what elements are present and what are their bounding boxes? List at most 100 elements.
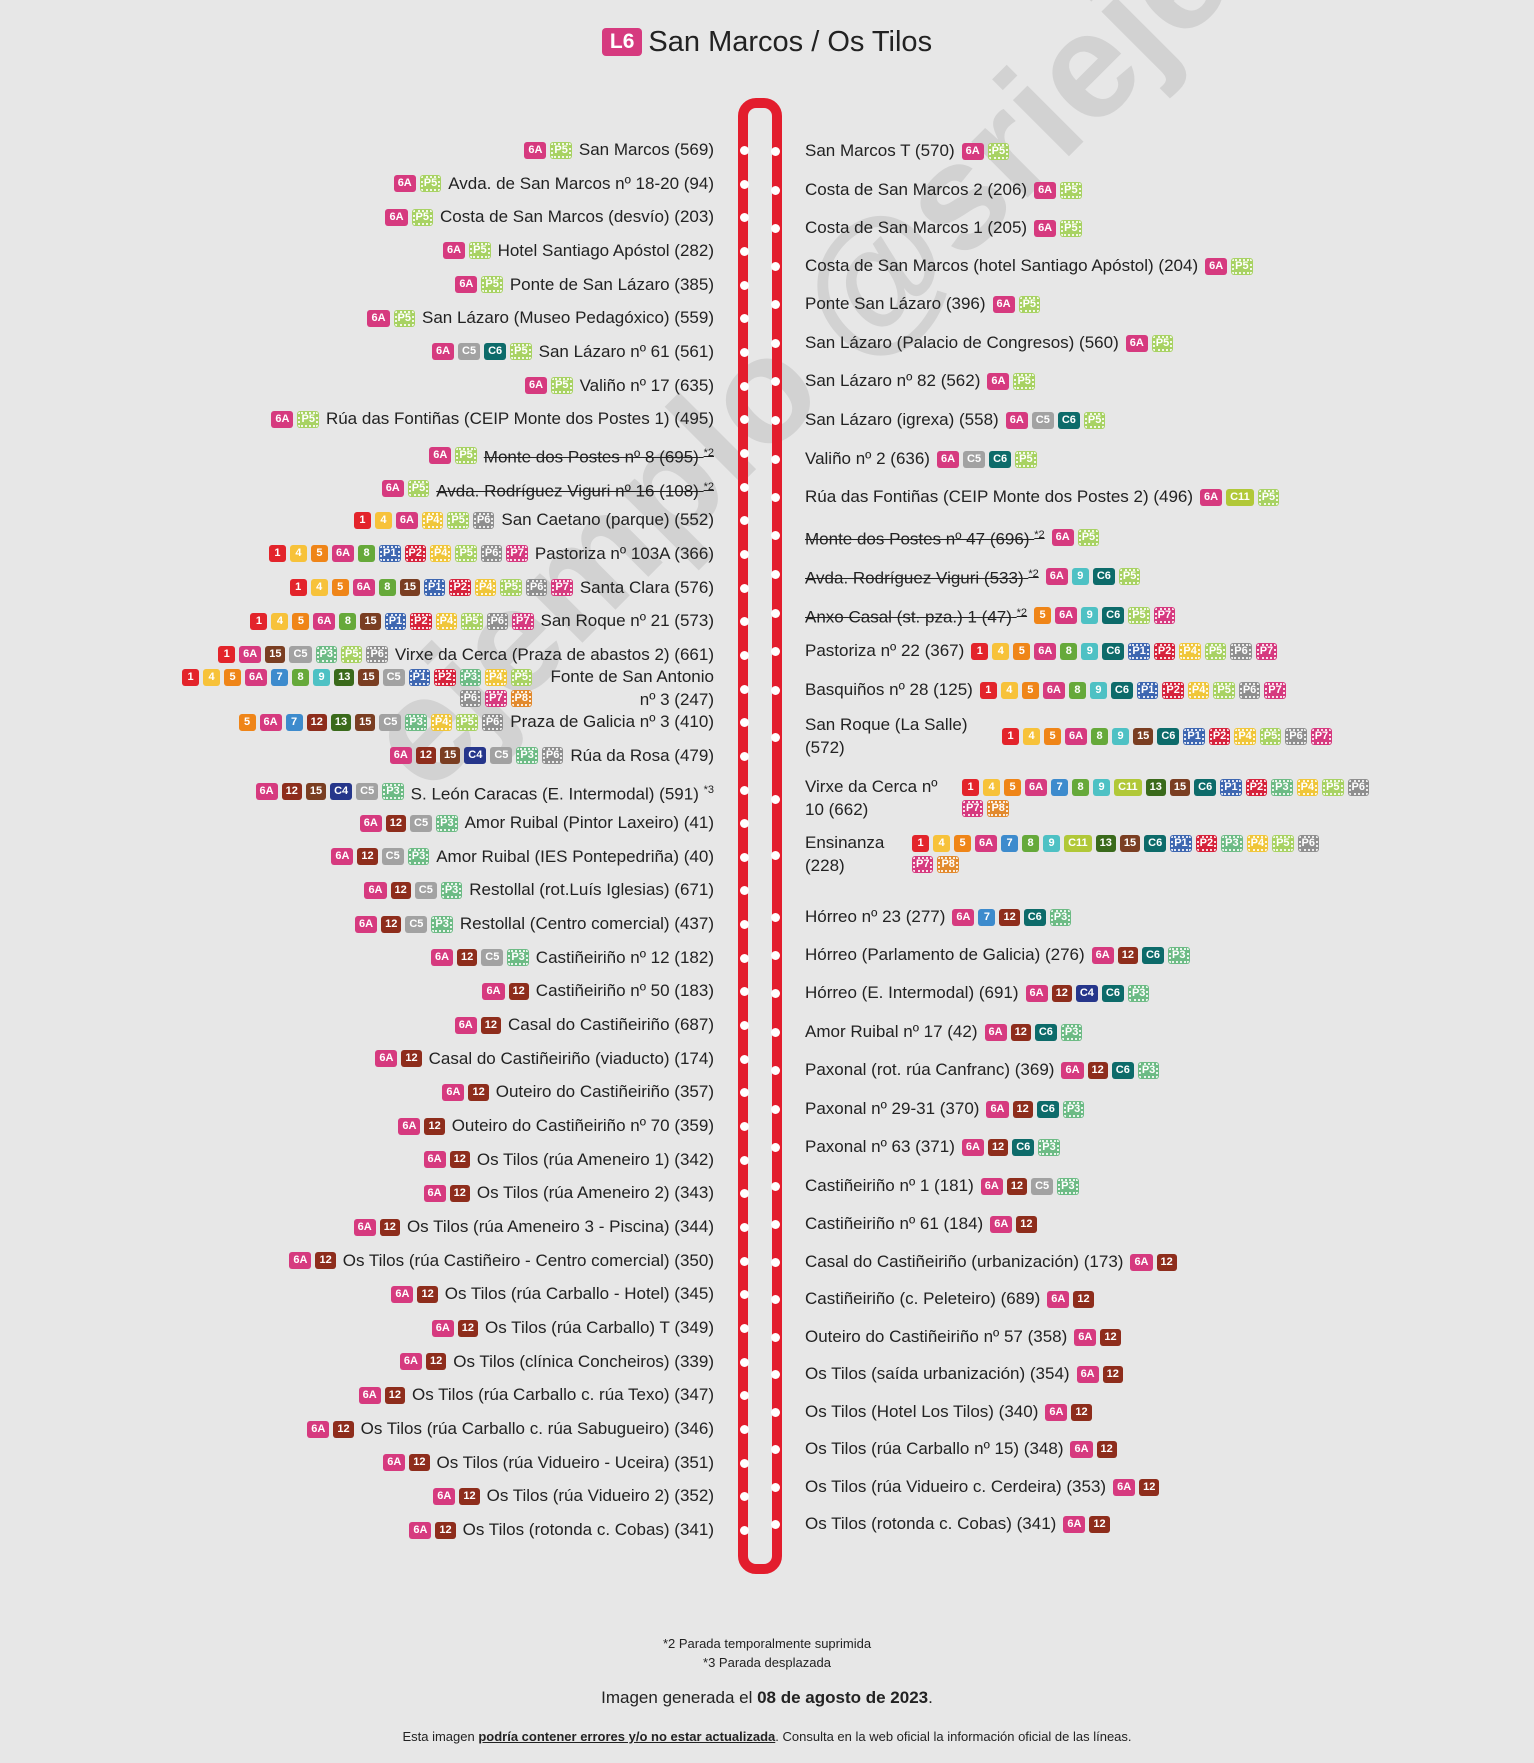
stop-dot (740, 146, 749, 155)
stop-row[interactable]: Castiñeiriño (c. Peleteiro) (689) 6A 12 (802, 1288, 1094, 1310)
stop-row[interactable]: 6A P5 Valiño nº 17 (635) (525, 375, 717, 397)
stop-row[interactable]: San Marcos T (570) 6A P5 (802, 140, 1010, 162)
stop-row[interactable]: Hórreo (E. Intermodal) (691) 6A 12 C4 C6 P3 (802, 982, 1150, 1004)
stop-row[interactable]: Valiño nº 2 (636) 6A C5 C6 P5 (802, 448, 1037, 470)
stop-row[interactable]: 6A 12 C5 P3 Amor Ruibal (Pintor Laxeiro) (41… (359, 812, 717, 834)
line-badge-6a: 6A (1045, 567, 1068, 585)
stop-row[interactable]: Os Tilos (rotonda c. Cobas) (341) 6A 12 (802, 1513, 1110, 1535)
stop-row[interactable]: San Lázaro nº 82 (562) 6A P5 (802, 370, 1035, 392)
stop-row[interactable]: 6A 12 Outeiro do Castiñeiriño nº 70 (359) (398, 1115, 717, 1137)
line-badge-6a: 6A (482, 982, 505, 1000)
stop-row[interactable]: 6A 12 Os Tilos (clínica Concheiros) (339) (399, 1351, 717, 1373)
stop-row[interactable]: Castiñeiriño nº 1 (181) 6A 12 C5 P3 (802, 1175, 1079, 1197)
line-badge-6a: 6A (454, 1016, 477, 1034)
stop-footnote-ref: *2 (703, 446, 714, 459)
stop-row[interactable]: 6A 12 Outeiro do Castiñeiriño (357) (442, 1081, 717, 1103)
line-badge-8: 8 (1060, 642, 1078, 660)
stop-row[interactable]: Costa de San Marcos (hotel Santiago Após… (802, 255, 1253, 277)
line-badge-6a: 6A (455, 276, 478, 294)
stop-dot (771, 262, 780, 271)
stop-row[interactable]: 6A C5 C6 P5 San Lázaro nº 61 (561) (431, 341, 717, 363)
stop-row[interactable]: 6A 12 C5 P3 Restollal (Centro comercial) (43… (355, 913, 717, 935)
stop-row[interactable]: 6A 12 Os Tilos (rúa Ameneiro 1) (342) (423, 1149, 717, 1171)
stop-row[interactable]: 6A P5 Avda. Rodríguez Viguri nº 16 (108) *… (381, 476, 717, 503)
stop-row[interactable]: 6A 12 C5 P3 Restollal (rot.Luís Iglesias) (6… (364, 879, 717, 901)
stop-row[interactable]: Paxonal (rot. rúa Canfranc) (369) 6A 12 C6 P… (802, 1059, 1160, 1081)
stop-row[interactable]: Amor Ruibal nº 17 (42) 6A 12 C6 P3 (802, 1021, 1083, 1043)
stop-row[interactable]: 1 4 5 6A 8 15 P1 P2 P4 P5 P6 P7 Santa Clara (576) (289, 577, 717, 599)
stop-row[interactable]: 6A P5 Avda. de San Marcos nº 18-20 (94) (393, 173, 717, 195)
stop-name: Amor Ruibal (Pintor Laxeiro) (41) (464, 813, 714, 833)
line-badge-p3: P3 (431, 915, 453, 933)
stop-row[interactable]: 6A 12 Os Tilos (rúa Carballo c. rúa Texo) … (358, 1384, 717, 1406)
stop-dot (771, 1295, 780, 1304)
stop-row[interactable]: 1 4 6A P4 P5 P6 San Caetano (parque) (552) (353, 509, 717, 531)
stop-row[interactable]: 6A 12 Castiñeiriño nº 50 (183) (482, 980, 717, 1002)
stop-row[interactable]: Paxonal nº 29-31 (370) 6A 12 C6 P3 (802, 1098, 1085, 1120)
stop-row[interactable]: 6A 12 Casal do Castiñeiriño (viaducto) (17… (375, 1048, 717, 1070)
stop-row[interactable]: 5 6A 7 12 13 15 C5 P3 P4 P5 P6 Praza de Galicia nº … (238, 711, 717, 733)
stop-row[interactable]: 1 4 5 6A 7 8 9 13 15 C5 P1 P2 P3 P4 P5 P6 P7 P8 Fonte de S… (162, 665, 717, 711)
stop-row[interactable]: Ensinanza (228) 1 4 5 6A 7 8 9 C11 13 15 C6 P1 P2 P3 P4… (802, 831, 1322, 877)
stop-row[interactable]: Costa de San Marcos 2 (206) 6A P5 (802, 179, 1082, 201)
line-badge-c6: C6 (484, 343, 507, 361)
stop-row[interactable]: 6A 12 C5 P3 Amor Ruibal (IES Pontepedriña) (… (331, 846, 717, 868)
stop-row[interactable]: 6A 12 Os Tilos (rúa Ameneiro 2) (343) (423, 1182, 717, 1204)
line-badge-12: 12 (1117, 946, 1138, 964)
stop-dot (771, 1220, 780, 1229)
stop-row[interactable]: Hórreo (Parlamento de Galicia) (276) 6A 12… (802, 944, 1190, 966)
line-badge-p4: P4 (485, 668, 507, 686)
stop-row[interactable]: 1 6A 15 C5 P3 P5 P6 Virxe da Cerca (Praza de ab… (218, 644, 717, 666)
stop-name: Os Tilos (saída urbanización) (354) (805, 1364, 1070, 1383)
stop-row[interactable]: 6A 12 15 C4 C5 P3 P6 Rúa da Rosa (479) (389, 745, 717, 767)
stop-row[interactable]: 6A 12 15 C4 C5 P3 S. León Caracas (E. Intermod… (255, 779, 717, 806)
stop-row[interactable]: 6A P5 Rúa das Fontiñas (CEIP Monte dos Pos… (271, 408, 717, 430)
stop-row[interactable]: 6A 12 Os Tilos (rotonda c. Cobas) (341) (409, 1519, 717, 1541)
stop-dot (771, 1370, 780, 1379)
stop-row[interactable]: 6A P5 Costa de San Marcos (desvío) (203) (385, 206, 717, 228)
stop-row[interactable]: 6A 12 Os Tilos (rúa Carballo) T (349) (431, 1317, 717, 1339)
stop-row[interactable]: 1 4 5 6A 8 15 P1 P2 P4 P5 P6 P7 San Roque nº 21 (573… (250, 610, 717, 632)
stop-row[interactable]: 6A 12 Os Tilos (rúa Carballo - Hotel) (345… (391, 1283, 717, 1305)
stop-row[interactable]: Virxe da Cerca nº 10 (662) 1 4 5 6A 7 8 9 C11 13 1… (802, 775, 1372, 821)
stop-row[interactable]: Anxo Casal (st. pza.) 1 (47) *2 5 6A 9 C6 P5 P… (802, 602, 1176, 629)
stop-row[interactable]: 6A 12 Os Tilos (rúa Castiñeiro - Centro co… (289, 1250, 717, 1272)
line-badge-c5: C5 (414, 881, 437, 899)
stop-row[interactable]: 6A 12 Os Tilos (rúa Vidueiro 2) (352) (433, 1485, 717, 1507)
stop-row[interactable]: 6A 12 C5 P3 Castiñeiriño nº 12 (182) (430, 947, 717, 969)
stop-row[interactable]: Castiñeiriño nº 61 (184) 6A 12 (802, 1213, 1037, 1235)
stop-row[interactable]: 1 4 5 6A 8 P1 P2 P4 P5 P6 P7 Pastoriza nº 103A (366… (268, 543, 717, 565)
stop-row[interactable]: Avda. Rodríguez Viguri (533) *2 6A 9 C6 P5 (802, 563, 1141, 590)
stop-row[interactable]: San Roque (La Salle) (572) 1 4 5 6A 8 9 15 C6 P1 P… (802, 713, 1362, 759)
stop-row[interactable]: 6A P5 Ponte de San Lázaro (385) (455, 274, 717, 296)
stop-row[interactable]: 6A P5 San Marcos (569) (524, 139, 717, 161)
stop-row[interactable]: Os Tilos (Hotel Los Tilos) (340) 6A 12 (802, 1401, 1092, 1423)
stop-row[interactable]: San Lázaro (igrexa) (558) 6A C5 C6 P5 (802, 409, 1106, 431)
stop-row[interactable]: 6A 12 Casal do Castiñeiriño (687) (454, 1014, 717, 1036)
line-badge-p1: P1 (1220, 779, 1242, 796)
stop-row[interactable]: Rúa das Fontiñas (CEIP Monte dos Postes … (802, 486, 1280, 508)
stop-row[interactable]: 6A P5 Monte dos Postes nº 8 (695) *2 (429, 442, 717, 469)
stop-row[interactable]: Monte dos Postes nº 47 (696) *2 6A P5 (802, 524, 1100, 551)
stop-row[interactable]: 6A 12 Os Tilos (rúa Vidueiro - Uceira) (35… (383, 1452, 717, 1474)
line-badge-p1: P1 (1128, 642, 1150, 660)
stop-row[interactable]: San Lázaro (Palacio de Congresos) (560) 6… (802, 332, 1174, 354)
stop-row[interactable]: 6A P5 San Lázaro (Museo Pedagóxico) (559) (367, 307, 717, 329)
stop-row[interactable]: Basquiños nº 28 (125) 1 4 5 6A 8 9 C6 P1 P2 P4 P5 P6… (802, 679, 1286, 701)
stop-row[interactable]: Casal do Castiñeiriño (urbanización) (17… (802, 1251, 1177, 1273)
stop-row[interactable]: Os Tilos (rúa Carballo nº 15) (348) 6A 12 (802, 1438, 1117, 1460)
stop-row[interactable]: Costa de San Marcos 1 (205) 6A P5 (802, 217, 1082, 239)
line-badge-p5: P5 (1213, 681, 1235, 699)
stop-row[interactable]: Outeiro do Castiñeiriño nº 57 (358) 6A 12 (802, 1326, 1121, 1348)
stop-name: Paxonal nº 63 (371) (805, 1137, 955, 1156)
stop-row[interactable]: Ponte San Lázaro (396) 6A P5 (802, 293, 1041, 315)
stop-row[interactable]: 6A 12 Os Tilos (rúa Ameneiro 3 - Piscina) … (353, 1216, 717, 1238)
stop-row[interactable]: 6A P5 Hotel Santiago Apóstol (282) (443, 240, 717, 262)
stop-row[interactable]: Os Tilos (rúa Vidueiro c. Cerdeira) (353… (802, 1476, 1160, 1498)
line-badge-4: 4 (1023, 727, 1040, 745)
stop-row[interactable]: 6A 12 Os Tilos (rúa Carballo c. rúa Sabugu… (307, 1418, 717, 1440)
stop-row[interactable]: Pastoriza nº 22 (367) 1 4 5 6A 8 9 C6 P1 P2 P4 P5 P6… (802, 640, 1278, 662)
stop-row[interactable]: Hórreo nº 23 (277) 6A 7 12 C6 P3 (802, 906, 1072, 928)
stop-row[interactable]: Os Tilos (saída urbanización) (354) 6A 12 (802, 1363, 1123, 1385)
stop-row[interactable]: Paxonal nº 63 (371) 6A 12 C6 P3 (802, 1136, 1060, 1158)
